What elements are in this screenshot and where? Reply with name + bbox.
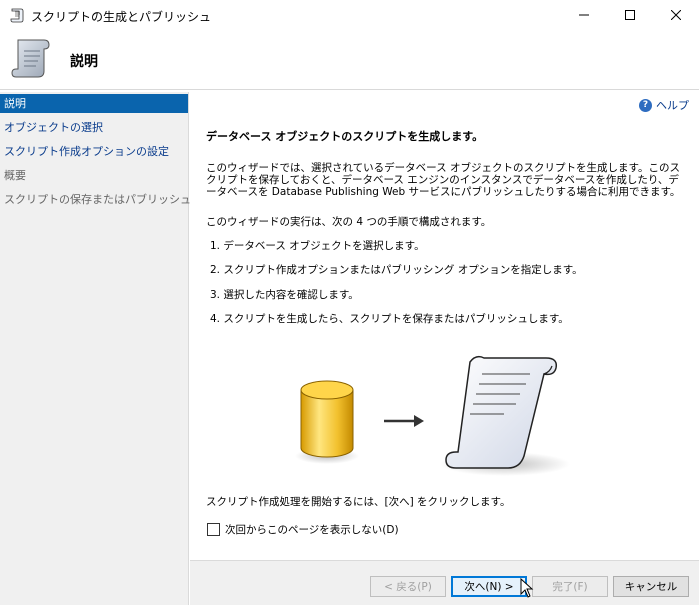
help-label: ヘルプ xyxy=(656,99,689,112)
close-icon xyxy=(671,10,681,20)
page-title: 説明 xyxy=(70,54,98,70)
arrow-right-icon xyxy=(384,415,424,427)
dont-show-again-option[interactable]: 次回からこのページを表示しない(D) xyxy=(207,522,399,537)
help-icon: ? xyxy=(639,98,652,112)
step-item: 2. スクリプト作成オプションまたはパブリッシング オプションを指定します。 xyxy=(210,264,583,276)
wizard-content: ? ヘルプ データベース オブジェクトのスクリプトを生成します。 このウィザード… xyxy=(190,92,699,560)
help-link[interactable]: ? ヘルプ xyxy=(639,97,689,113)
wizard-footer: < 戻る(P) 次へ(N) > 完了(F) キャンセル xyxy=(190,560,699,605)
wizard-header: 説明 xyxy=(0,30,699,90)
step-item: 4. スクリプトを生成したら、スクリプトを保存またはパブリッシュします。 xyxy=(210,313,569,325)
wizard-steps-sidebar: 説明 オブジェクトの選択 スクリプト作成オプションの設定 概要 スクリプトの保存… xyxy=(0,92,191,605)
maximize-button[interactable] xyxy=(607,0,653,30)
illustration xyxy=(295,355,570,476)
steps-intro: このウィザードの実行は、次の 4 つの手順で構成されます。 xyxy=(206,216,492,228)
minimize-button[interactable] xyxy=(561,0,607,30)
mouse-cursor-icon xyxy=(520,578,534,598)
database-icon xyxy=(295,380,359,464)
step-item: 3. 選択した内容を確認します。 xyxy=(210,289,359,301)
start-hint: スクリプト作成処理を開始するには、[次へ] をクリックします。 xyxy=(206,496,511,508)
sidebar-item-choose-objects[interactable]: オブジェクトの選択 xyxy=(0,116,188,140)
next-button[interactable]: 次へ(N) > xyxy=(451,576,527,597)
back-button[interactable]: < 戻る(P) xyxy=(370,576,446,597)
sidebar-item-description[interactable]: 説明 xyxy=(0,94,188,113)
maximize-icon xyxy=(625,10,635,20)
finish-button[interactable]: 完了(F) xyxy=(532,576,608,597)
scroll-icon xyxy=(11,39,50,78)
cancel-button[interactable]: キャンセル xyxy=(613,576,689,597)
sidebar-item-scripting-options[interactable]: スクリプト作成オプションの設定 xyxy=(0,140,188,164)
content-heading: データベース オブジェクトのスクリプトを生成します。 xyxy=(206,130,484,143)
sidebar-item-summary: 概要 xyxy=(4,169,26,182)
scroll-app-icon xyxy=(10,8,24,23)
description-text: このウィザードでは、選択されているデータベース オブジェクトのスクリプトを生成し… xyxy=(206,162,681,198)
scroll-document-icon xyxy=(440,355,570,476)
dont-show-again-label[interactable]: 次回からこのページを表示しない(D) xyxy=(225,522,399,537)
dont-show-again-checkbox[interactable] xyxy=(207,523,220,536)
minimize-icon xyxy=(579,14,589,16)
sidebar-item-save-or-publish: スクリプトの保存またはパブリッシュ xyxy=(4,193,191,206)
window-title: スクリプトの生成とパブリッシュ xyxy=(31,10,212,24)
close-button[interactable] xyxy=(653,0,699,30)
step-item: 1. データベース オブジェクトを選択します。 xyxy=(210,240,425,252)
title-bar: スクリプトの生成とパブリッシュ xyxy=(0,0,699,30)
